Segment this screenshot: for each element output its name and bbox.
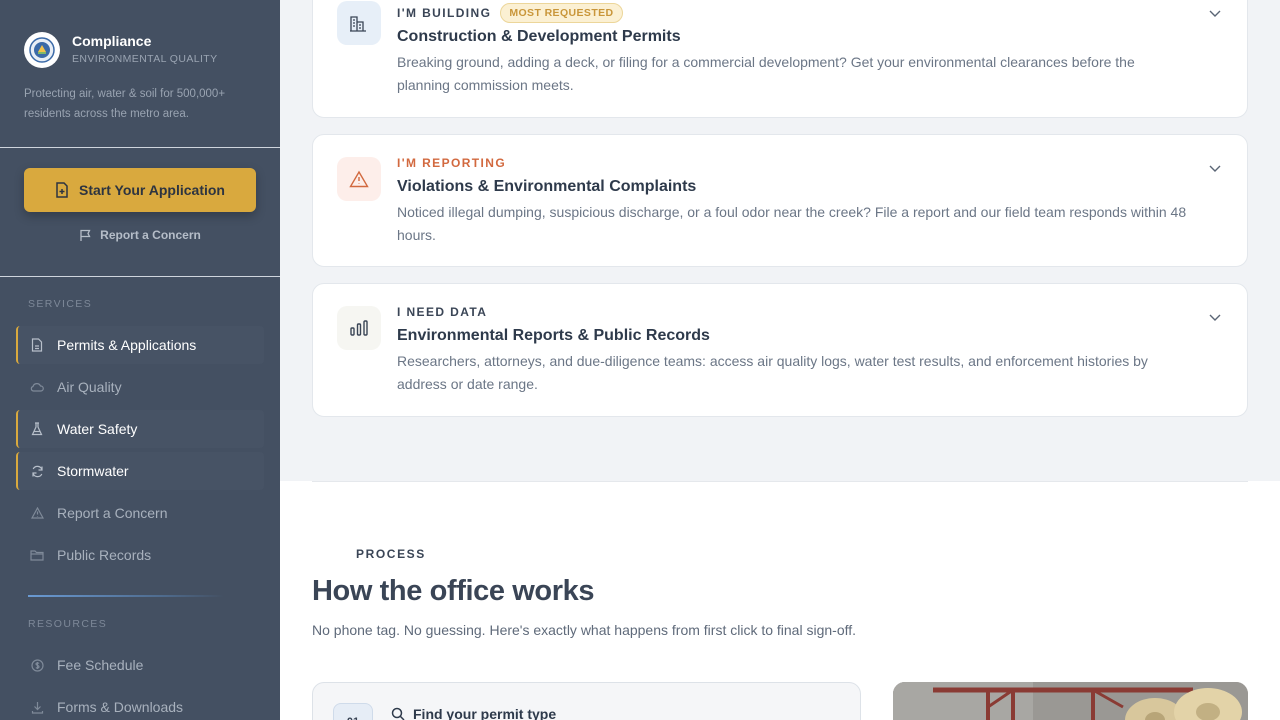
report-concern-link[interactable]: Report a Concern [0, 228, 280, 242]
services-heading: SERVICES [28, 298, 93, 310]
card-reports-records[interactable]: I NEED DATA Environmental Reports & Publ… [312, 283, 1248, 417]
brand-subtitle: ENVIRONMENTAL QUALITY [72, 53, 218, 65]
refresh-icon [30, 464, 44, 478]
card-eyebrow: I'M REPORTING [397, 156, 507, 170]
card-eyebrow-text: I'M BUILDING [397, 6, 492, 20]
process-eyebrow: PROCESS [356, 547, 426, 561]
sidebar: Compliance ENVIRONMENTAL QUALITY Protect… [0, 0, 280, 720]
sidebar-item-label: Permits & Applications [57, 337, 197, 353]
card-description: Breaking ground, adding a deck, or filin… [397, 54, 1135, 93]
section-divider [312, 481, 1248, 482]
chevron-down-icon[interactable] [1207, 160, 1223, 176]
warning-icon [337, 157, 381, 201]
building-icon [337, 1, 381, 45]
main-content: I'M BUILDING MOST REQUESTED Construction… [280, 0, 1280, 720]
cloud-icon [30, 380, 44, 394]
download-icon [30, 700, 44, 714]
brand[interactable]: Compliance ENVIRONMENTAL QUALITY [24, 30, 218, 68]
process-heading: How the office works [312, 575, 595, 607]
step-number: 01 [333, 703, 373, 720]
dollar-icon [30, 658, 44, 672]
card-title: Violations & Environmental Complaints [397, 178, 697, 195]
sidebar-item-label: Report a Concern [57, 505, 168, 521]
card-violations-complaints[interactable]: I'M REPORTING Violations & Environmental… [312, 134, 1248, 267]
sidebar-item-label: Water Safety [57, 421, 138, 437]
process-lede: No phone tag. No guessing. Here's exactl… [312, 622, 857, 638]
sidebar-item-label: Public Records [57, 547, 152, 563]
seal-logo-icon [24, 32, 60, 68]
brand-title: Compliance [72, 33, 152, 49]
resources-heading: RESOURCES [28, 618, 108, 630]
sidebar-item-report-concern[interactable]: Report a Concern [16, 494, 264, 532]
start-application-label: Start Your Application [79, 182, 225, 198]
chevron-down-icon[interactable] [1207, 5, 1223, 21]
sidebar-item-label: Forms & Downloads [57, 699, 184, 715]
report-concern-label: Report a Concern [100, 228, 201, 242]
sidebar-item-air-quality[interactable]: Air Quality [16, 368, 264, 406]
folder-icon [30, 548, 44, 562]
document-icon [30, 338, 44, 352]
most-requested-badge: MOST REQUESTED [500, 3, 623, 23]
sidebar-item-water-safety[interactable]: Water Safety [16, 410, 264, 448]
sidebar-divider [0, 276, 280, 277]
card-eyebrow: I NEED DATA [397, 305, 488, 319]
start-application-button[interactable]: Start Your Application [24, 168, 256, 212]
card-title: Environmental Reports & Public Records [397, 327, 710, 344]
card-description: Researchers, attorneys, and due-diligenc… [397, 353, 1148, 392]
chevron-down-icon[interactable] [1207, 309, 1223, 325]
sidebar-item-forms-downloads[interactable]: Forms & Downloads [16, 688, 264, 720]
card-construction-permits[interactable]: I'M BUILDING MOST REQUESTED Construction… [312, 0, 1248, 118]
card-description: Noticed illegal dumping, suspicious disc… [397, 204, 1187, 243]
process-section: PROCESS How the office works No phone ta… [280, 481, 1280, 720]
sidebar-accent-line [28, 595, 224, 597]
brand-tagline: Protecting air, water & soil for 500,000… [24, 88, 226, 120]
sidebar-divider [0, 147, 280, 148]
bar-chart-icon [337, 306, 381, 350]
sidebar-item-label: Air Quality [57, 379, 122, 395]
sidebar-item-label: Stormwater [57, 463, 129, 479]
document-plus-icon [56, 182, 68, 198]
flask-icon [30, 422, 44, 436]
step-card-find-permit[interactable]: 01 Find your permit type [312, 682, 861, 720]
card-eyebrow: I'M BUILDING MOST REQUESTED [397, 3, 623, 23]
sidebar-item-public-records[interactable]: Public Records [16, 536, 264, 574]
step-title: Find your permit type [391, 706, 556, 720]
process-photo [893, 682, 1248, 720]
sidebar-item-fee-schedule[interactable]: Fee Schedule [16, 646, 264, 684]
step-title-text: Find your permit type [413, 706, 557, 720]
card-title: Construction & Development Permits [397, 28, 681, 45]
warning-icon [30, 506, 44, 520]
sidebar-item-stormwater[interactable]: Stormwater [16, 452, 264, 490]
flag-icon [80, 229, 91, 241]
search-icon [391, 707, 405, 720]
sidebar-item-label: Fee Schedule [57, 657, 144, 673]
sidebar-item-permits[interactable]: Permits & Applications [16, 326, 264, 364]
